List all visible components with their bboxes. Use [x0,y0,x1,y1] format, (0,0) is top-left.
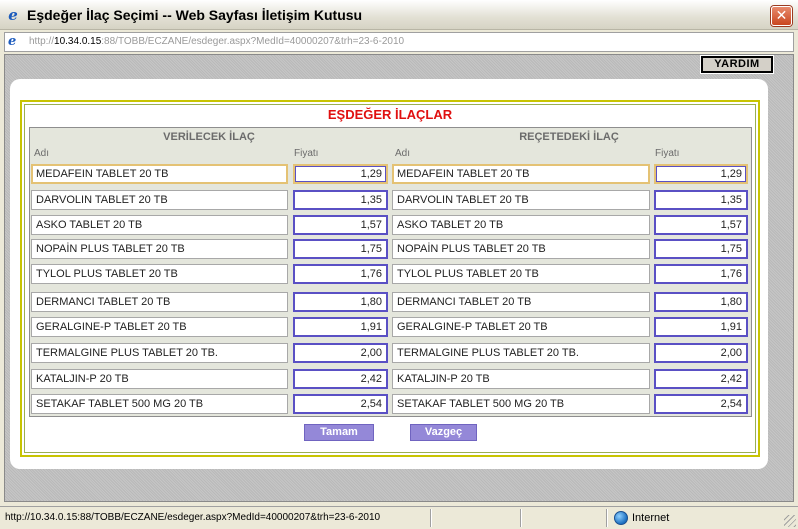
left-drug-name[interactable]: KATALJIN-P 20 TB [31,369,288,389]
right-drug-name[interactable]: MEDAFEIN TABLET 20 TB [392,164,650,184]
left-drug-name[interactable]: DERMANCI TABLET 20 TB [31,292,288,312]
help-button[interactable]: YARDIM [700,55,774,74]
left-drug-price[interactable]: 2,00 [293,343,388,363]
title-bar[interactable]: e Eşdeğer İlaç Seçimi -- Web Sayfası İle… [0,0,798,30]
security-zone: Internet [632,512,670,524]
left-drug-name[interactable]: ASKO TABLET 20 TB [31,215,288,235]
window-title: Eşdeğer İlaç Seçimi -- Web Sayfası İleti… [27,7,363,23]
right-drug-name[interactable]: DARVOLIN TABLET 20 TB [392,190,650,210]
right-name-label: Adı [395,148,411,159]
left-drug-price[interactable]: 1,29 [293,164,388,184]
left-drug-name[interactable]: NOPAİN PLUS TABLET 20 TB [31,239,288,259]
left-drug-name[interactable]: DARVOLIN TABLET 20 TB [31,190,288,210]
right-drug-price[interactable]: 2,00 [654,343,748,363]
right-drug-name[interactable]: KATALJIN-P 20 TB [392,369,650,389]
right-drug-name[interactable]: SETAKAF TABLET 500 MG 20 TB [392,394,650,414]
left-drug-price[interactable]: 1,80 [293,292,388,312]
left-name-label: Adı [34,148,50,159]
right-drug-price[interactable]: 1,75 [654,239,748,259]
right-drug-name[interactable]: DERMANCI TABLET 20 TB [392,292,650,312]
address-rest: :88/TOBB/ECZANE/esdeger.aspx?MedId=40000… [101,36,405,47]
status-bar: http://10.34.0.15:88/TOBB/ECZANE/esdeger… [0,506,798,529]
left-drug-price[interactable]: 1,75 [293,239,388,259]
left-drug-price[interactable]: 2,54 [293,394,388,414]
left-drug-name[interactable]: TERMALGINE PLUS TABLET 20 TB. [31,343,288,363]
status-separator [520,509,522,527]
left-drug-name[interactable]: SETAKAF TABLET 500 MG 20 TB [31,394,288,414]
right-drug-name[interactable]: ASKO TABLET 20 TB [392,215,650,235]
right-drug-price[interactable]: 1,80 [654,292,748,312]
left-drug-price[interactable]: 2,42 [293,369,388,389]
address-text: http://10.34.0.15:88/TOBB/ECZANE/esdeger… [29,36,404,47]
right-drug-price[interactable]: 1,91 [654,317,748,337]
close-button[interactable]: ✕ [771,6,792,26]
address-bar: e http://10.34.0.15:88/TOBB/ECZANE/esdeg… [4,32,794,52]
left-drug-name[interactable]: GERALGINE-P TABLET 20 TB [31,317,288,337]
right-drug-price[interactable]: 1,29 [654,164,748,184]
address-host: 10.34.0.15 [54,36,102,47]
address-prefix: http:// [29,36,55,47]
left-drug-price[interactable]: 1,76 [293,264,388,284]
right-column-title: REÇETEDEKİ İLAÇ [519,131,619,143]
right-drug-price[interactable]: 2,54 [654,394,748,414]
ok-button[interactable]: Tamam [304,424,374,441]
left-drug-price[interactable]: 1,35 [293,190,388,210]
right-drug-price[interactable]: 2,42 [654,369,748,389]
page-icon: e [8,34,17,49]
right-drug-price[interactable]: 1,76 [654,264,748,284]
right-drug-name[interactable]: GERALGINE-P TABLET 20 TB [392,317,650,337]
globe-icon [614,511,628,525]
right-drug-price[interactable]: 1,57 [654,215,748,235]
left-drug-price[interactable]: 1,91 [293,317,388,337]
right-price-label: Fiyatı [655,148,680,159]
status-separator [430,509,432,527]
left-column-title: VERİLECEK İLAÇ [163,131,255,143]
status-url: http://10.34.0.15:88/TOBB/ECZANE/esdeger… [5,512,381,523]
status-separator [606,509,608,527]
left-drug-name[interactable]: MEDAFEIN TABLET 20 TB [31,164,288,184]
right-drug-name[interactable]: TERMALGINE PLUS TABLET 20 TB. [392,343,650,363]
page-title: EŞDEĞER İLAÇLAR [327,107,453,122]
ie-icon: e [8,6,18,24]
right-drug-name[interactable]: NOPAİN PLUS TABLET 20 TB [392,239,650,259]
cancel-button[interactable]: Vazgeç [410,424,477,441]
left-price-label: Fiyatı [294,148,319,159]
left-drug-price[interactable]: 1,57 [293,215,388,235]
left-drug-name[interactable]: TYLOL PLUS TABLET 20 TB [31,264,288,284]
right-drug-price[interactable]: 1,35 [654,190,748,210]
right-drug-name[interactable]: TYLOL PLUS TABLET 20 TB [392,264,650,284]
resize-grip[interactable] [784,515,796,527]
